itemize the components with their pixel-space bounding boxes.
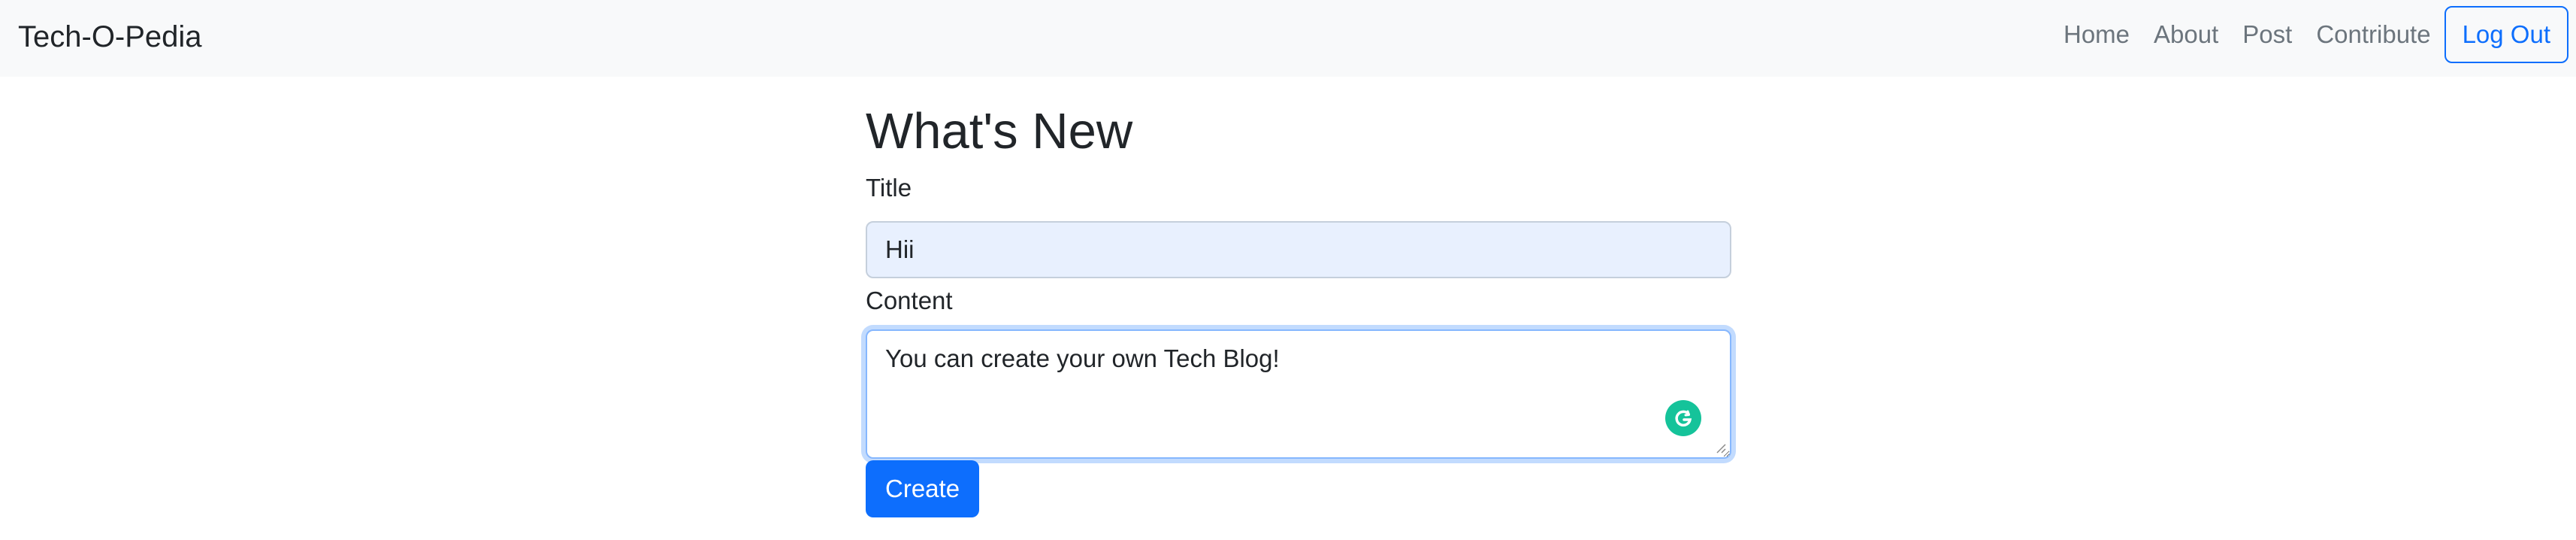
nav-link-home[interactable]: Home xyxy=(2051,6,2142,63)
content-field-wrapper: You can create your own Tech Blog! xyxy=(866,329,1731,459)
grammarly-icon[interactable] xyxy=(1665,400,1701,436)
post-form: What's New Title Content You can create … xyxy=(866,96,1731,517)
nav-link-contribute[interactable]: Contribute xyxy=(2304,6,2442,63)
create-button[interactable]: Create xyxy=(866,460,980,517)
content-textarea[interactable]: You can create your own Tech Blog! xyxy=(866,329,1731,459)
resize-handle-icon[interactable] xyxy=(1715,442,1727,454)
content-label: Content xyxy=(866,287,953,314)
navbar: Tech-O-Pedia Home About Post Contribute … xyxy=(0,0,2576,77)
title-label: Title xyxy=(866,174,912,202)
page-title: What's New xyxy=(866,103,1133,159)
nav-link-post[interactable]: Post xyxy=(2230,6,2304,63)
logout-button[interactable]: Log Out xyxy=(2444,6,2568,63)
title-input[interactable] xyxy=(866,221,1731,278)
nav-link-about[interactable]: About xyxy=(2142,6,2230,63)
nav-links: Home About Post Contribute Log Out xyxy=(2051,6,2568,63)
brand-link[interactable]: Tech-O-Pedia xyxy=(18,18,202,56)
